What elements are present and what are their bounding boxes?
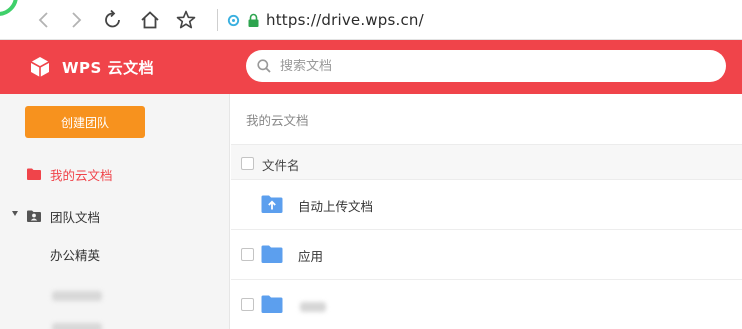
upload-folder-icon bbox=[261, 194, 283, 214]
sidebar-item-label: 我的云文档 bbox=[50, 168, 113, 183]
search-input[interactable] bbox=[280, 58, 700, 74]
wps-logo-icon bbox=[28, 55, 52, 79]
toolbar-divider bbox=[217, 9, 218, 31]
breadcrumb[interactable]: 我的云文档 bbox=[246, 110, 309, 129]
table-row[interactable]: 应用 bbox=[231, 230, 742, 280]
reload-icon[interactable] bbox=[101, 8, 125, 32]
browser-toolbar: https://drive.wps.cn/ bbox=[0, 0, 742, 40]
select-all-checkbox[interactable] bbox=[241, 157, 254, 170]
blurred-sidebar-item bbox=[52, 291, 102, 301]
sidebar-item-team-docs[interactable]: 团队文档 bbox=[0, 204, 229, 228]
folder-icon bbox=[261, 294, 283, 314]
file-list-header: 文件名 bbox=[231, 144, 742, 180]
folder-icon bbox=[261, 244, 283, 264]
sidebar: 创建团队 我的云文档 团队文档 办公精英 bbox=[0, 94, 230, 329]
url-text[interactable]: https://drive.wps.cn/ bbox=[266, 11, 424, 29]
caret-down-icon[interactable] bbox=[12, 211, 18, 216]
folder-icon bbox=[26, 166, 42, 182]
home-icon[interactable] bbox=[138, 8, 162, 32]
search-icon bbox=[257, 59, 271, 73]
address-bar[interactable]: https://drive.wps.cn/ bbox=[226, 8, 424, 32]
file-name[interactable]: 自动上传文档 bbox=[298, 196, 373, 215]
app-header: WPS 云文档 bbox=[0, 40, 742, 94]
main-content: 我的云文档 文件名 自动上传文档 应用 bbox=[231, 94, 742, 329]
blurred-file-name bbox=[300, 302, 326, 312]
blurred-sidebar-item bbox=[52, 323, 102, 329]
star-icon[interactable] bbox=[174, 8, 198, 32]
file-name[interactable]: 应用 bbox=[298, 246, 323, 265]
row-checkbox[interactable] bbox=[241, 298, 254, 311]
table-row[interactable] bbox=[231, 280, 742, 329]
extension-icon bbox=[226, 13, 241, 28]
lock-icon bbox=[247, 13, 260, 28]
create-team-button[interactable]: 创建团队 bbox=[25, 106, 145, 138]
column-header-filename[interactable]: 文件名 bbox=[262, 155, 300, 174]
table-row[interactable]: 自动上传文档 bbox=[231, 180, 742, 230]
team-folder-icon bbox=[26, 208, 42, 224]
sidebar-subitem-label: 办公精英 bbox=[50, 248, 101, 263]
sidebar-subitem[interactable]: 办公精英 bbox=[50, 245, 229, 267]
brand-title: WPS 云文档 bbox=[62, 59, 155, 77]
forward-icon[interactable] bbox=[64, 8, 88, 32]
sidebar-item-label: 团队文档 bbox=[50, 210, 101, 225]
sidebar-item-my-cloud-docs[interactable]: 我的云文档 bbox=[0, 162, 229, 186]
browser-logo-edge bbox=[0, 0, 18, 16]
row-checkbox[interactable] bbox=[241, 248, 254, 261]
search-box[interactable] bbox=[246, 50, 726, 82]
back-icon[interactable] bbox=[32, 8, 56, 32]
